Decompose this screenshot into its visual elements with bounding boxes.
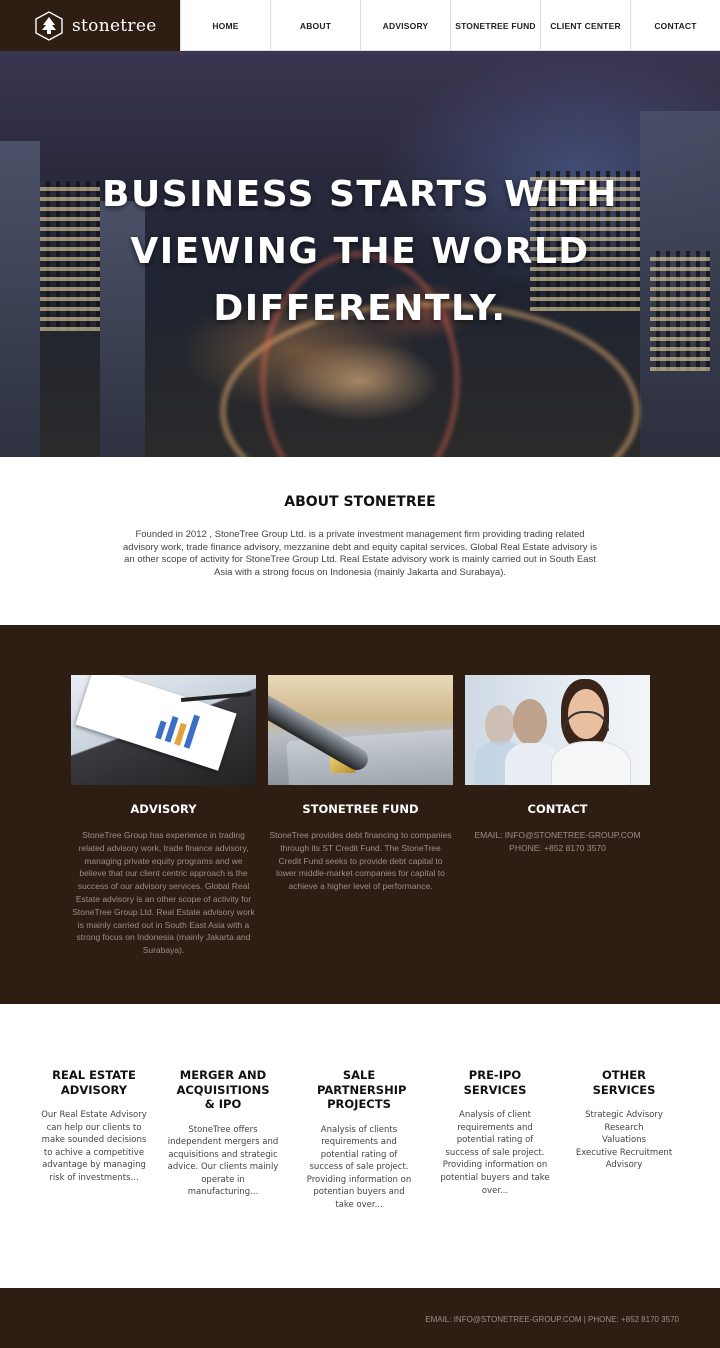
nav-client-center[interactable]: CLIENT CENTER	[540, 0, 630, 51]
chart-bar	[183, 714, 200, 749]
agent-face	[485, 705, 515, 745]
brand-name: stonetree	[72, 15, 157, 36]
main-nav: HOME ABOUT ADVISORY STONETREE FUND CLIEN…	[180, 0, 720, 51]
about-text: Founded in 2012 , StoneTree Group Ltd. i…	[123, 529, 597, 578]
service-other: OTHER SERVICES Strategic Advisory Resear…	[568, 1068, 680, 1172]
stonetree-fund-text: StoneTree provides debt financing to com…	[269, 830, 452, 892]
service-list: Strategic Advisory Research Valuations E…	[568, 1109, 680, 1172]
logo[interactable]: stonetree	[0, 0, 180, 51]
hero-headline: BUSINESS STARTS WITH VIEWING THE WORLD D…	[0, 166, 720, 337]
service-text: Analysis of client requirements and pote…	[440, 1110, 550, 1196]
hero-line: VIEWING THE WORLD	[130, 231, 590, 272]
advisory-title[interactable]: ADVISORY	[71, 802, 256, 816]
services-highlight-section: ADVISORY StoneTree Group has experience …	[0, 625, 720, 1004]
footer-contact: EMAIL: INFO@STONETREE-GROUP.COM | PHONE:…	[425, 1315, 679, 1324]
nav-advisory[interactable]: ADVISORY	[360, 0, 450, 51]
chart-paper	[75, 675, 237, 771]
about-title: ABOUT STONETREE	[284, 494, 436, 510]
service-list-item: Strategic Advisory	[585, 1110, 663, 1120]
nav-stonetree-fund[interactable]: STONETREE FUND	[450, 0, 540, 51]
hero-line: BUSINESS STARTS WITH	[102, 174, 618, 215]
page: stonetree HOME ABOUT ADVISORY STONETREE …	[0, 0, 720, 1348]
contact-details: EMAIL: INFO@STONETREE-GROUP.COM PHONE: +…	[465, 829, 650, 855]
service-text: Our Real Estate Advisory can help our cl…	[41, 1110, 147, 1183]
service-title[interactable]: SALE PARTNERSHIP PROJECTS	[303, 1068, 415, 1112]
stonetree-fund-card: STONETREE FUND StoneTree provides debt f…	[268, 675, 453, 893]
pen	[180, 691, 252, 703]
contact-title[interactable]: CONTACT	[465, 802, 650, 816]
advisory-text: StoneTree Group has experience in tradin…	[72, 830, 255, 956]
service-list-item: Research	[604, 1122, 644, 1133]
service-title[interactable]: OTHER SERVICES	[568, 1068, 680, 1097]
nav-about[interactable]: ABOUT	[270, 0, 360, 51]
service-real-estate-advisory: REAL ESTATE ADVISORY Our Real Estate Adv…	[38, 1068, 150, 1185]
service-text: Analysis of clients requirements and pot…	[306, 1124, 412, 1211]
service-title[interactable]: REAL ESTATE ADVISORY	[38, 1068, 150, 1097]
nav-home[interactable]: HOME	[180, 0, 270, 51]
service-list-item: Valuations	[601, 1135, 647, 1146]
service-sale-partnership: SALE PARTNERSHIP PROJECTS Analysis of cl…	[303, 1068, 415, 1212]
agent-body	[551, 741, 631, 785]
service-merger-acquisitions: MERGER AND ACQUISITIONS & IPO StoneTree …	[167, 1068, 279, 1199]
contact-image[interactable]	[465, 675, 650, 785]
advisory-card: ADVISORY StoneTree Group has experience …	[71, 675, 256, 957]
hero-banner: BUSINESS STARTS WITH VIEWING THE WORLD D…	[0, 51, 720, 457]
tree-logo-icon	[35, 10, 63, 41]
service-text: StoneTree offers independent mergers and…	[167, 1124, 279, 1198]
hero-line: DIFFERENTLY.	[213, 288, 507, 329]
advisory-image[interactable]	[71, 675, 256, 785]
agent-face	[513, 699, 547, 745]
site-header: stonetree HOME ABOUT ADVISORY STONETREE …	[0, 0, 720, 51]
service-pre-ipo: PRE-IPO SERVICES Analysis of client requ…	[439, 1068, 551, 1197]
nav-contact[interactable]: CONTACT	[630, 0, 720, 51]
service-list-item: Advisory	[605, 1160, 643, 1171]
stonetree-fund-title[interactable]: STONETREE FUND	[268, 802, 453, 816]
contact-phone: PHONE: +852 8170 3570	[509, 842, 606, 853]
service-list-item: Executive Recruitment	[575, 1147, 673, 1158]
service-title[interactable]: MERGER AND ACQUISITIONS & IPO	[167, 1068, 279, 1112]
site-footer: EMAIL: INFO@STONETREE-GROUP.COM | PHONE:…	[0, 1288, 720, 1348]
about-section: ABOUT STONETREE Founded in 2012 , StoneT…	[0, 457, 720, 625]
contact-card: CONTACT EMAIL: INFO@STONETREE-GROUP.COM …	[465, 675, 650, 855]
stonetree-fund-image[interactable]	[268, 675, 453, 785]
service-title[interactable]: PRE-IPO SERVICES	[439, 1068, 551, 1097]
contact-email[interactable]: EMAIL: INFO@STONETREE-GROUP.COM	[465, 829, 650, 842]
